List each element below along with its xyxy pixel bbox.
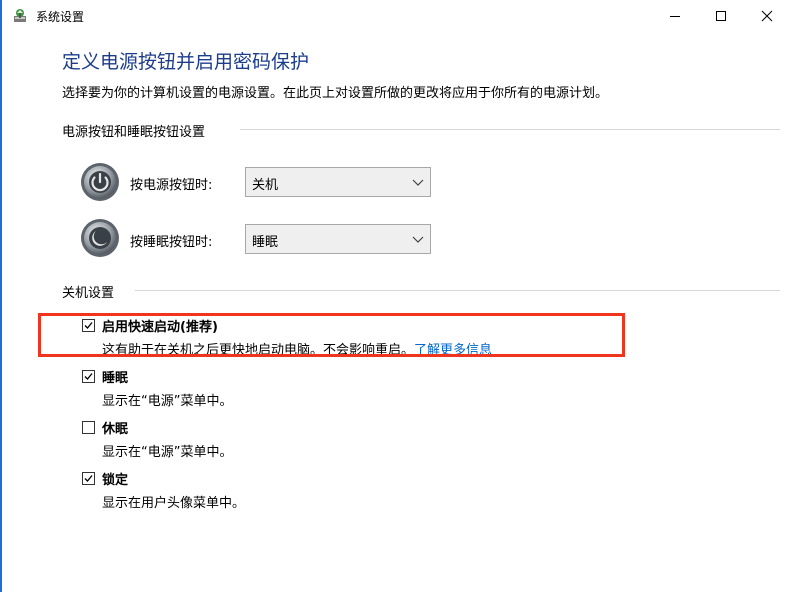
window-title: 系统设置 — [36, 10, 85, 24]
system-settings-icon — [11, 7, 29, 25]
maximize-button[interactable] — [698, 0, 744, 31]
sleep-button-action-select[interactable]: 睡眠 — [245, 224, 431, 254]
section-title-power-buttons: 电源按钮和睡眠按钮设置 — [62, 125, 206, 140]
hibernate-menu-description: 显示在“电源”菜单中。 — [102, 445, 233, 460]
title-bar[interactable]: 系统设置 — [2, 0, 786, 31]
sleep-menu-checkbox[interactable] — [82, 370, 95, 383]
sleep-button-label: 按睡眠按钮时: — [130, 235, 213, 250]
power-button-action-value: 关机 — [252, 178, 279, 193]
close-icon — [761, 10, 773, 21]
hibernate-menu-checkbox[interactable] — [82, 421, 95, 434]
section-divider — [135, 290, 780, 291]
lock-menu-label[interactable]: 锁定 — [102, 469, 128, 488]
sleep-menu-description: 显示在“电源”菜单中。 — [102, 394, 233, 409]
page-description: 选择要为你的计算机设置的电源设置。在此页上对设置所做的更改将应用于你所有的电源计… — [62, 86, 609, 101]
lock-menu-description: 显示在用户头像菜单中。 — [102, 496, 246, 511]
power-button-action-select[interactable]: 关机 — [245, 167, 431, 197]
maximize-icon — [716, 10, 726, 21]
power-icon — [80, 162, 120, 202]
sleep-button-action-value: 睡眠 — [252, 235, 279, 250]
power-button-label: 按电源按钮时: — [130, 178, 213, 193]
minimize-icon — [670, 15, 680, 17]
window-edge — [0, 0, 2, 592]
hibernate-menu-label[interactable]: 休眠 — [102, 418, 128, 437]
sleep-menu-label[interactable]: 睡眠 — [102, 367, 128, 386]
close-button[interactable] — [744, 0, 786, 31]
lock-menu-checkbox[interactable] — [82, 472, 95, 485]
checkmark-icon — [84, 373, 93, 380]
section-divider — [240, 129, 780, 130]
chevron-down-icon — [412, 179, 424, 186]
checkmark-icon — [84, 475, 93, 482]
page-title: 定义电源按钮并启用密码保护 — [62, 51, 310, 73]
minimize-button[interactable] — [652, 0, 698, 31]
chevron-down-icon — [412, 236, 424, 243]
section-title-shutdown: 关机设置 — [62, 286, 115, 301]
sleep-icon — [80, 218, 120, 258]
highlight-annotation — [38, 313, 625, 357]
